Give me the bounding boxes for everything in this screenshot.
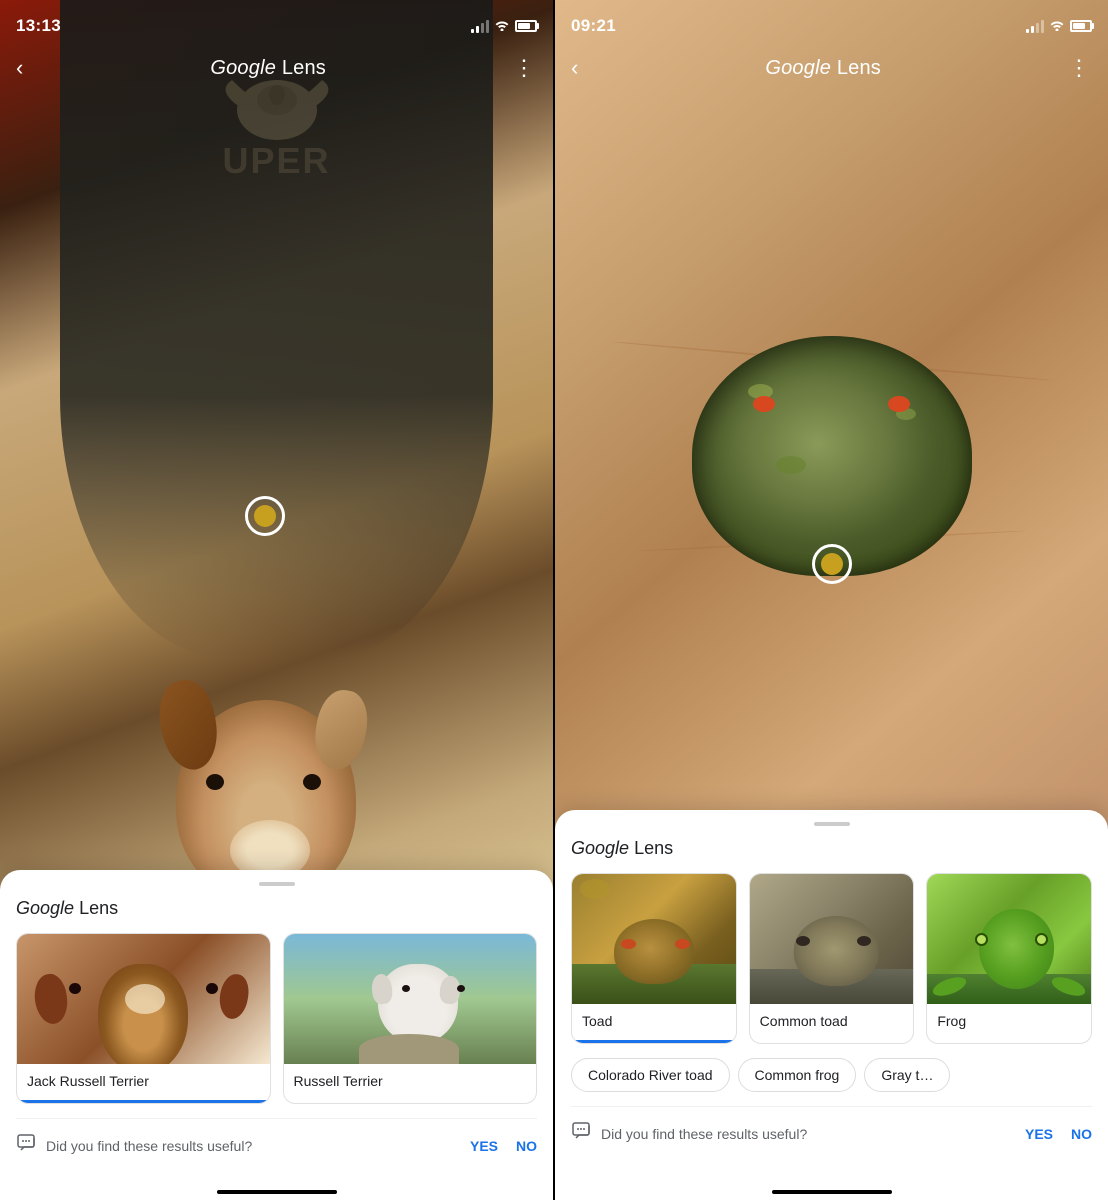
right-back-button[interactable]: ‹ (571, 55, 578, 81)
right-wifi-icon (1049, 19, 1065, 34)
right-result-card-2[interactable]: Frog (926, 873, 1092, 1044)
left-nav-lens: Lens (282, 57, 326, 79)
left-more-button[interactable]: ⋮ (513, 57, 537, 79)
right-result-card-0[interactable]: Toad (571, 873, 737, 1044)
left-home-indicator (217, 1190, 337, 1194)
right-time: 09:21 (571, 16, 616, 36)
right-sheet-lens: Lens (634, 838, 673, 858)
left-result-label-1: Russell Terrier (284, 1064, 537, 1100)
right-chip-bar: Colorado River toad Common frog Gray t… (571, 1058, 1092, 1092)
left-result-card-1[interactable]: Russell Terrier (283, 933, 538, 1104)
right-status-bar: 09:21 (555, 0, 1108, 44)
left-feedback-icon (16, 1133, 36, 1158)
right-result-label-0: Toad (572, 1004, 736, 1043)
right-yes-button[interactable]: YES (1025, 1126, 1053, 1142)
left-status-icons (471, 19, 537, 34)
left-feedback-text: Did you find these results useful? (46, 1138, 452, 1154)
right-feedback-bar: Did you find these results useful? YES N… (571, 1106, 1092, 1162)
left-focus-dot (245, 496, 285, 536)
left-nav-title: Google Lens (210, 57, 326, 80)
right-battery-icon (1070, 20, 1092, 32)
right-result-label-1: Common toad (750, 1004, 914, 1040)
left-sheet-google: Google (16, 898, 74, 918)
left-sheet-handle (259, 882, 295, 886)
left-no-button[interactable]: NO (516, 1138, 537, 1154)
right-nav-google: Google (765, 57, 831, 79)
right-chip-1[interactable]: Common frog (738, 1058, 857, 1092)
left-signal-icon (471, 19, 489, 33)
right-feedback-text: Did you find these results useful? (601, 1126, 1007, 1142)
right-feedback-icon (571, 1121, 591, 1146)
left-battery-icon (515, 20, 537, 32)
right-result-label-2: Frog (927, 1004, 1091, 1040)
left-time: 13:13 (16, 16, 61, 36)
right-nav-lens: Lens (837, 57, 881, 79)
right-more-button[interactable]: ⋮ (1068, 57, 1092, 79)
right-focus-dot-inner (821, 553, 843, 575)
left-status-bar: 13:13 (0, 0, 553, 44)
left-results-grid: Jack Russell Terrier Russell Terrier (16, 933, 537, 1104)
right-status-icons (1026, 19, 1092, 34)
left-sheet-title: Google Lens (16, 898, 537, 919)
right-result-card-1[interactable]: Common toad (749, 873, 915, 1044)
left-bottom-sheet: Google Lens Jack Russell Terrier (0, 870, 553, 1200)
right-nav-title: Google Lens (765, 57, 881, 80)
left-nav-google: Google (210, 57, 276, 79)
right-bottom-sheet: Google Lens Toad (555, 810, 1108, 1200)
right-chip-0[interactable]: Colorado River toad (571, 1058, 730, 1092)
left-back-button[interactable]: ‹ (16, 55, 23, 81)
left-focus-dot-inner (254, 505, 276, 527)
left-wifi-icon (494, 19, 510, 34)
left-nav-bar: ‹ Google Lens ⋮ (0, 44, 553, 92)
right-chip-2[interactable]: Gray t… (864, 1058, 950, 1092)
right-phone: 09:21 ‹ Google (555, 0, 1108, 1200)
left-phone: UPER 13:13 (0, 0, 553, 1200)
right-signal-icon (1026, 19, 1044, 33)
left-result-label-0: Jack Russell Terrier (17, 1064, 270, 1103)
left-yes-button[interactable]: YES (470, 1138, 498, 1154)
right-focus-dot (812, 544, 852, 584)
right-no-button[interactable]: NO (1071, 1126, 1092, 1142)
right-sheet-handle (814, 822, 850, 826)
left-result-card-0[interactable]: Jack Russell Terrier (16, 933, 271, 1104)
right-home-indicator (772, 1190, 892, 1194)
left-feedback-bar: Did you find these results useful? YES N… (16, 1118, 537, 1174)
left-sheet-lens: Lens (79, 898, 118, 918)
right-results-grid: Toad Common toad (571, 873, 1092, 1044)
right-nav-bar: ‹ Google Lens ⋮ (555, 44, 1108, 92)
right-sheet-title: Google Lens (571, 838, 1092, 859)
right-sheet-google: Google (571, 838, 629, 858)
